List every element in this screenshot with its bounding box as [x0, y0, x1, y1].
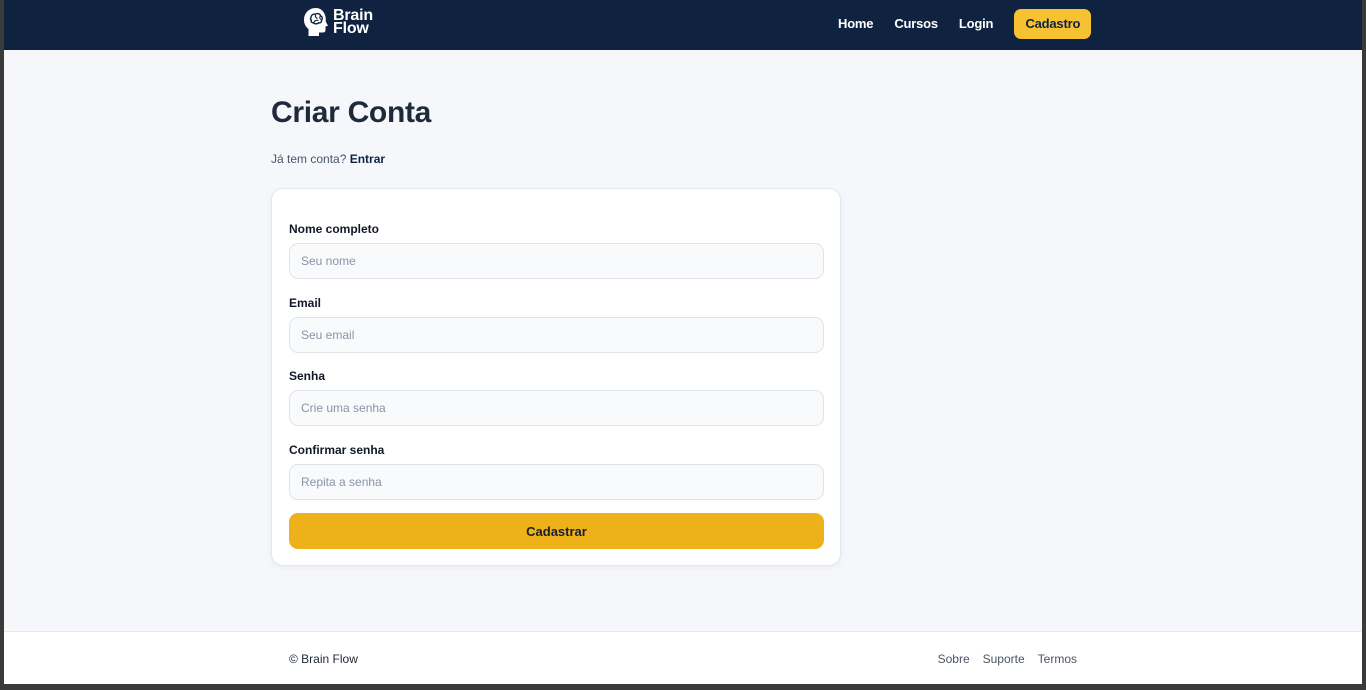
- brain-head-icon: [304, 8, 328, 36]
- footer-link-suporte[interactable]: Suporte: [983, 652, 1025, 666]
- login-prompt-text: Já tem conta?: [271, 152, 347, 166]
- email-label: Email: [289, 296, 322, 310]
- nav-link-login[interactable]: Login: [959, 16, 994, 31]
- nav-link-home[interactable]: Home: [838, 16, 874, 31]
- password-input[interactable]: [289, 390, 824, 426]
- footer-nav: Sobre Suporte Termos: [925, 652, 1077, 666]
- brand-name: Brain Flow: [333, 8, 373, 37]
- main-nav: Home Cursos Login Cadastro: [838, 8, 1092, 39]
- submit-signup-button[interactable]: Cadastrar: [289, 513, 824, 549]
- brand-logo-link[interactable]: Brain Flow: [302, 5, 373, 39]
- confirm-password-label: Confirmar senha: [289, 443, 385, 457]
- footer: © Brain Flow Sobre Suporte Termos: [4, 631, 1362, 684]
- nav-link-cursos[interactable]: Cursos: [894, 16, 938, 31]
- footer-link-termos[interactable]: Termos: [1038, 652, 1077, 666]
- confirm-password-input[interactable]: [289, 464, 824, 500]
- full-name-input[interactable]: [289, 243, 824, 279]
- full-name-label: Nome completo: [289, 222, 380, 236]
- password-label: Senha: [289, 369, 326, 383]
- brand-name-line2: Flow: [333, 20, 369, 37]
- footer-link-sobre[interactable]: Sobre: [938, 652, 970, 666]
- login-prompt: Já tem conta? Entrar: [271, 152, 385, 166]
- copyright-text: © Brain Flow: [289, 652, 358, 666]
- signup-form-card: Nome completo Email Senha Confirmar senh…: [271, 188, 841, 566]
- page-title: Criar Conta: [271, 96, 432, 129]
- login-link[interactable]: Entrar: [350, 152, 385, 166]
- email-input[interactable]: [289, 317, 824, 353]
- signup-nav-button[interactable]: Cadastro: [1014, 8, 1092, 39]
- navbar: Brain Flow Home Cursos Login Cadastro: [4, 0, 1362, 50]
- app-window: Brain Flow Home Cursos Login Cadastro Cr…: [4, 0, 1362, 684]
